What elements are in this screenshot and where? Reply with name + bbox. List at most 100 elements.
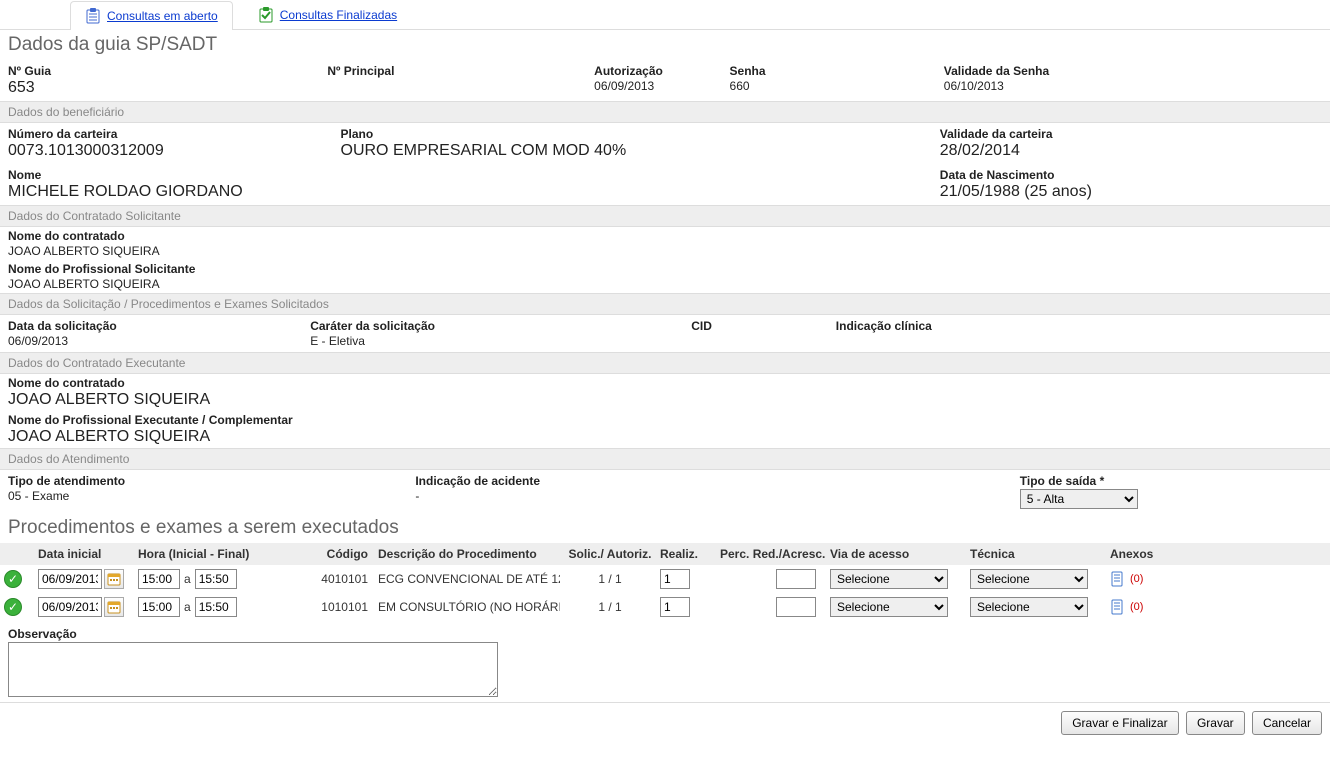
carater-label: Caráter da solicitação bbox=[310, 319, 691, 333]
validade-cart-label: Validade da carteira bbox=[940, 127, 1330, 141]
perc-input[interactable] bbox=[776, 569, 816, 589]
gravar-button[interactable]: Gravar bbox=[1186, 711, 1245, 735]
autorizacao-label: Autorização bbox=[594, 64, 725, 78]
hdr-codigo: Código bbox=[308, 547, 378, 561]
anexos-count: (0) bbox=[1130, 573, 1143, 585]
tecnica-select[interactable]: Selecione bbox=[970, 597, 1088, 617]
cid-label: CID bbox=[691, 319, 836, 333]
section-atendimento: Dados do Atendimento bbox=[0, 448, 1330, 470]
calendar-icon[interactable] bbox=[104, 569, 124, 589]
tab-consultas-aberto[interactable]: Consultas em aberto bbox=[70, 1, 233, 30]
clipboard-icon bbox=[85, 8, 101, 24]
hdr-anexos: Anexos bbox=[1110, 547, 1190, 561]
data-solic-label: Data da solicitação bbox=[8, 319, 310, 333]
n-guia-label: Nº Guia bbox=[8, 64, 323, 78]
descricao-value: ECG CONVENCIONAL DE ATÉ 12 bbox=[378, 572, 560, 586]
hora-inicial-input[interactable] bbox=[138, 597, 180, 617]
hora-final-input[interactable] bbox=[195, 569, 237, 589]
guia-fields: Nº Guia 653 Nº Principal Autorização 06/… bbox=[0, 60, 1330, 101]
realiz-input[interactable] bbox=[660, 597, 690, 617]
n-principal-label: Nº Principal bbox=[327, 64, 590, 78]
section-title-proc: Procedimentos e exames a serem executado… bbox=[8, 517, 1330, 539]
tab-consultas-finalizadas-label[interactable]: Consultas Finalizadas bbox=[280, 8, 397, 22]
perc-input[interactable] bbox=[776, 597, 816, 617]
anexos-count: (0) bbox=[1130, 601, 1143, 613]
tipo-saida-label: Tipo de saída * bbox=[1020, 474, 1322, 488]
observacao-label: Observação bbox=[8, 627, 1322, 641]
section-executante: Dados do Contratado Executante bbox=[0, 352, 1330, 374]
hora-inicial-input[interactable] bbox=[138, 569, 180, 589]
hdr-data: Data inicial bbox=[38, 547, 138, 561]
senha-label: Senha bbox=[730, 64, 940, 78]
hdr-perc: Perc. Red./Acresc. bbox=[720, 547, 830, 561]
hdr-hora: Hora (Inicial - Final) bbox=[138, 547, 308, 561]
realiz-input[interactable] bbox=[660, 569, 690, 589]
cancelar-button[interactable]: Cancelar bbox=[1252, 711, 1322, 735]
status-ok-icon: ✓ bbox=[4, 598, 22, 616]
data-inicial-input[interactable] bbox=[38, 597, 102, 617]
exec-prof-value: JOAO ALBERTO SIQUEIRA bbox=[8, 428, 210, 445]
ind-acidente-value: - bbox=[415, 489, 419, 503]
hdr-via: Via de acesso bbox=[830, 547, 970, 561]
tipo-saida-select[interactable]: 5 - Alta bbox=[1020, 489, 1138, 509]
section-beneficiario: Dados do beneficiário bbox=[0, 101, 1330, 123]
plano-label: Plano bbox=[341, 127, 735, 141]
codigo-value: 4010101 bbox=[308, 572, 378, 586]
table-row: ✓ a 4010101ECG CONVENCIONAL DE ATÉ 121 / 1… bbox=[0, 565, 1330, 593]
proc-table-header: Data inicial Hora (Inicial - Final) Códi… bbox=[0, 543, 1330, 565]
document-icon[interactable] bbox=[1110, 571, 1126, 587]
hdr-tecnica: Técnica bbox=[970, 547, 1110, 561]
nasc-value: 21/05/1988 (25 anos) bbox=[940, 183, 1092, 200]
via-acesso-select[interactable]: Selecione bbox=[830, 569, 948, 589]
table-row: ✓ a 1010101EM CONSULTÓRIO (NO HORÁRIO1 / 1… bbox=[0, 593, 1330, 621]
carteira-label: Número da carteira bbox=[8, 127, 337, 141]
via-acesso-select[interactable]: Selecione bbox=[830, 597, 948, 617]
validade-senha-label: Validade da Senha bbox=[944, 64, 1330, 78]
solic-autoriz-value: 1 / 1 bbox=[560, 600, 660, 614]
benef-fields-2: Nome MICHELE ROLDAO GIORDANO Data de Nas… bbox=[0, 164, 1330, 205]
solic-contratado-value: JOAO ALBERTO SIQUEIRA bbox=[8, 244, 160, 258]
data-inicial-input[interactable] bbox=[38, 569, 102, 589]
section-solicitante: Dados do Contratado Solicitante bbox=[0, 205, 1330, 227]
descricao-value: EM CONSULTÓRIO (NO HORÁRIO bbox=[378, 600, 560, 614]
observacao-textarea[interactable] bbox=[8, 642, 498, 697]
exec-prof-label: Nome do Profissional Executante / Comple… bbox=[8, 413, 1322, 427]
data-solic-value: 06/09/2013 bbox=[8, 334, 68, 348]
hdr-solic: Solic./ Autoriz. bbox=[560, 547, 660, 561]
codigo-value: 1010101 bbox=[308, 600, 378, 614]
tab-consultas-aberto-label[interactable]: Consultas em aberto bbox=[107, 9, 218, 23]
tipo-atend-value: 05 - Exame bbox=[8, 489, 69, 503]
nome-value: MICHELE ROLDAO GIORDANO bbox=[8, 183, 243, 200]
carteira-value: 0073.1013000312009 bbox=[8, 142, 164, 159]
hdr-descricao: Descrição do Procedimento bbox=[378, 547, 560, 561]
nome-label: Nome bbox=[8, 168, 337, 182]
document-icon[interactable] bbox=[1110, 599, 1126, 615]
solic-prof-label: Nome do Profissional Solicitante bbox=[8, 262, 1322, 276]
hora-final-input[interactable] bbox=[195, 597, 237, 617]
a-separator: a bbox=[184, 600, 191, 614]
calendar-icon[interactable] bbox=[104, 597, 124, 617]
solic-prof-value: JOAO ALBERTO SIQUEIRA bbox=[8, 277, 160, 291]
hdr-realiz: Realiz. bbox=[660, 547, 720, 561]
tabs-bar: Consultas em aberto Consultas Finalizada… bbox=[0, 0, 1330, 30]
solic-contratado-label: Nome do contratado bbox=[8, 229, 1322, 243]
a-separator: a bbox=[184, 572, 191, 586]
tecnica-select[interactable]: Selecione bbox=[970, 569, 1088, 589]
tab-consultas-finalizadas[interactable]: Consultas Finalizadas bbox=[243, 0, 412, 29]
solic-autoriz-value: 1 / 1 bbox=[560, 572, 660, 586]
exec-contratado-label: Nome do contratado bbox=[8, 376, 1322, 390]
senha-value: 660 bbox=[730, 79, 750, 93]
carater-value: E - Eletiva bbox=[310, 334, 365, 348]
clipboard-check-icon bbox=[258, 7, 274, 23]
autorizacao-value: 06/09/2013 bbox=[594, 79, 654, 93]
status-ok-icon: ✓ bbox=[4, 570, 22, 588]
footer-actions: Gravar e Finalizar Gravar Cancelar bbox=[0, 702, 1330, 743]
n-guia-value: 653 bbox=[8, 79, 35, 96]
tipo-atend-label: Tipo de atendimento bbox=[8, 474, 415, 488]
gravar-finalizar-button[interactable]: Gravar e Finalizar bbox=[1061, 711, 1178, 735]
indic-clinica-label: Indicação clínica bbox=[836, 319, 1322, 333]
section-solicitacao: Dados da Solicitação / Procedimentos e E… bbox=[0, 293, 1330, 315]
ind-acidente-label: Indicação de acidente bbox=[415, 474, 1019, 488]
nasc-label: Data de Nascimento bbox=[940, 168, 1330, 182]
validade-cart-value: 28/02/2014 bbox=[940, 142, 1020, 159]
